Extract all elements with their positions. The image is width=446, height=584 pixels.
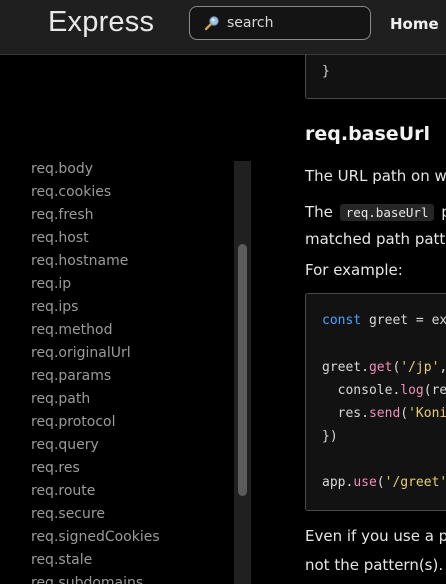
sidebar-item-req-protocol[interactable]: req.protocol [31, 411, 160, 434]
code-line-4: console.log(re [322, 383, 446, 398]
code-text: , [439, 360, 446, 375]
code-string: 'Koni [408, 406, 446, 421]
sidebar-list: req.body req.cookies req.fresh req.host … [31, 158, 160, 584]
code-keyword: const [322, 313, 362, 328]
code-text: ( [376, 475, 385, 490]
sidebar-item-req-route[interactable]: req.route [31, 480, 160, 503]
sidebar-item-req-host[interactable]: req.host [31, 227, 160, 250]
header: Express search Home [0, 0, 446, 55]
nav-home-link[interactable]: Home [390, 15, 439, 33]
code-text: console. [322, 383, 401, 398]
inline-code-baseurl: req.baseUrl [339, 204, 435, 221]
sidebar-item-req-signedcookies[interactable]: req.signedCookies [31, 526, 160, 549]
code-line-8: app.use('/greet' [322, 475, 446, 490]
code-line-1: const greet = ex [322, 313, 446, 328]
sidebar-item-req-cookies[interactable]: req.cookies [31, 181, 160, 204]
code-string: '/greet' [384, 475, 446, 490]
paragraph-not-pattern: not the pattern(s). I [305, 556, 446, 574]
sidebar-item-req-body[interactable]: req.body [31, 158, 160, 181]
code-text: ( [400, 406, 409, 421]
code-string: '/jp' [400, 360, 440, 375]
sidebar-item-req-method[interactable]: req.method [31, 319, 160, 342]
code-text: app. [322, 475, 354, 490]
sidebar: req.body req.cookies req.fresh req.host … [0, 55, 252, 584]
search-icon [204, 16, 219, 31]
paragraph-description: The URL path on wh [305, 167, 446, 185]
paragraph-baseurl-property: The req.baseUrl p [305, 203, 446, 221]
code-function: send [368, 406, 401, 421]
sidebar-item-req-query[interactable]: req.query [31, 434, 160, 457]
sidebar-item-req-ips[interactable]: req.ips [31, 296, 160, 319]
code-closing-brace: } [322, 64, 330, 79]
sidebar-scrollbar[interactable] [234, 161, 251, 584]
code-function: use [353, 475, 377, 490]
search-placeholder: search [227, 15, 274, 31]
code-block-example: const greet = ex greet.get('/jp', consol… [305, 293, 446, 511]
sidebar-item-req-ip[interactable]: req.ip [31, 273, 160, 296]
paragraph-for-example: For example: [305, 261, 403, 279]
code-text: greet. [322, 360, 369, 375]
code-line-6: }) [322, 429, 338, 444]
sidebar-item-req-path[interactable]: req.path [31, 388, 160, 411]
section-heading: req.baseUrl [305, 123, 431, 145]
sidebar-item-req-params[interactable]: req.params [31, 365, 160, 388]
sidebar-item-req-originalurl[interactable]: req.originalUrl [31, 342, 160, 365]
sidebar-item-req-res[interactable]: req.res [31, 457, 160, 480]
code-line-3: greet.get('/jp', [322, 360, 446, 375]
paragraph-text: p [441, 203, 446, 221]
paragraph-text: The [305, 203, 333, 221]
code-text: greet = ex [361, 313, 446, 328]
sidebar-item-req-fresh[interactable]: req.fresh [31, 204, 160, 227]
code-line-5: res.send('Koni [322, 406, 446, 421]
sidebar-item-req-hostname[interactable]: req.hostname [31, 250, 160, 273]
sidebar-item-req-subdomains[interactable]: req.subdomains [31, 572, 160, 584]
code-function: get [368, 360, 393, 375]
code-block-previous: } [305, 55, 446, 99]
search-input[interactable]: search [189, 6, 371, 40]
sidebar-scrollbar-thumb[interactable] [238, 244, 247, 496]
code-text: (re [423, 383, 446, 398]
sidebar-item-req-stale[interactable]: req.stale [31, 549, 160, 572]
express-logo[interactable]: Express [48, 6, 154, 39]
page: Express search Home req.body req.cookies… [0, 0, 446, 584]
paragraph-even-if: Even if you use a pa [305, 527, 446, 545]
code-text: res. [322, 406, 369, 421]
main-content: } req.baseUrl The URL path on wh The req… [252, 55, 446, 584]
paragraph-matched-path: matched path patte [305, 230, 446, 248]
sidebar-item-req-secure[interactable]: req.secure [31, 503, 160, 526]
code-function: log [400, 383, 424, 398]
